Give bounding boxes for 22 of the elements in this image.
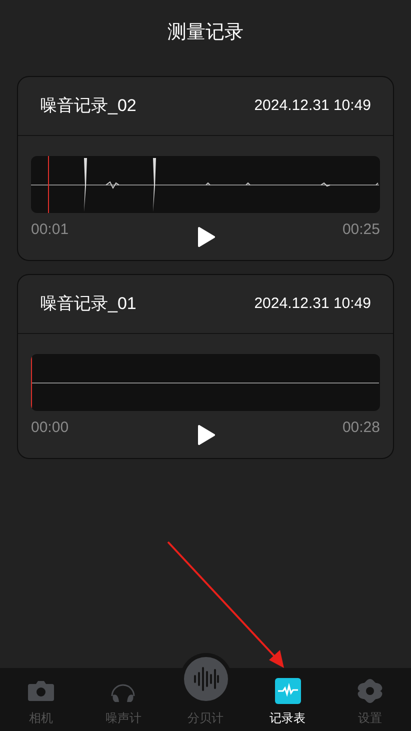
end-time: 00:25 — [342, 220, 380, 240]
recording-name: 噪音记录_01 — [40, 293, 136, 316]
tab-item[interactable]: 相机 — [0, 677, 82, 727]
start-time: 00:01 — [31, 220, 69, 240]
tab-item[interactable]: 设置 — [328, 677, 411, 727]
tab-item[interactable]: 记录表 — [246, 677, 329, 727]
recording-name: 噪音记录_02 — [40, 95, 136, 118]
play-icon — [196, 425, 214, 445]
play-button[interactable] — [196, 227, 214, 247]
start-time: 00:00 — [31, 418, 69, 438]
pulse-icon — [274, 678, 301, 704]
tab-item[interactable]: 分贝计 — [164, 653, 247, 727]
camera-icon — [27, 680, 56, 702]
end-time: 00:28 — [342, 418, 380, 438]
tab-item[interactable]: 噪声计 — [82, 677, 164, 727]
recording-datetime: 2024.12.31 10:49 — [254, 294, 371, 314]
recording-datetime: 2024.12.31 10:49 — [254, 96, 371, 116]
page-title: 测量记录 — [168, 20, 244, 45]
play-icon — [196, 227, 214, 247]
settings-icon — [356, 678, 383, 704]
sound-wave-icon — [184, 657, 228, 701]
play-button[interactable] — [196, 425, 214, 445]
